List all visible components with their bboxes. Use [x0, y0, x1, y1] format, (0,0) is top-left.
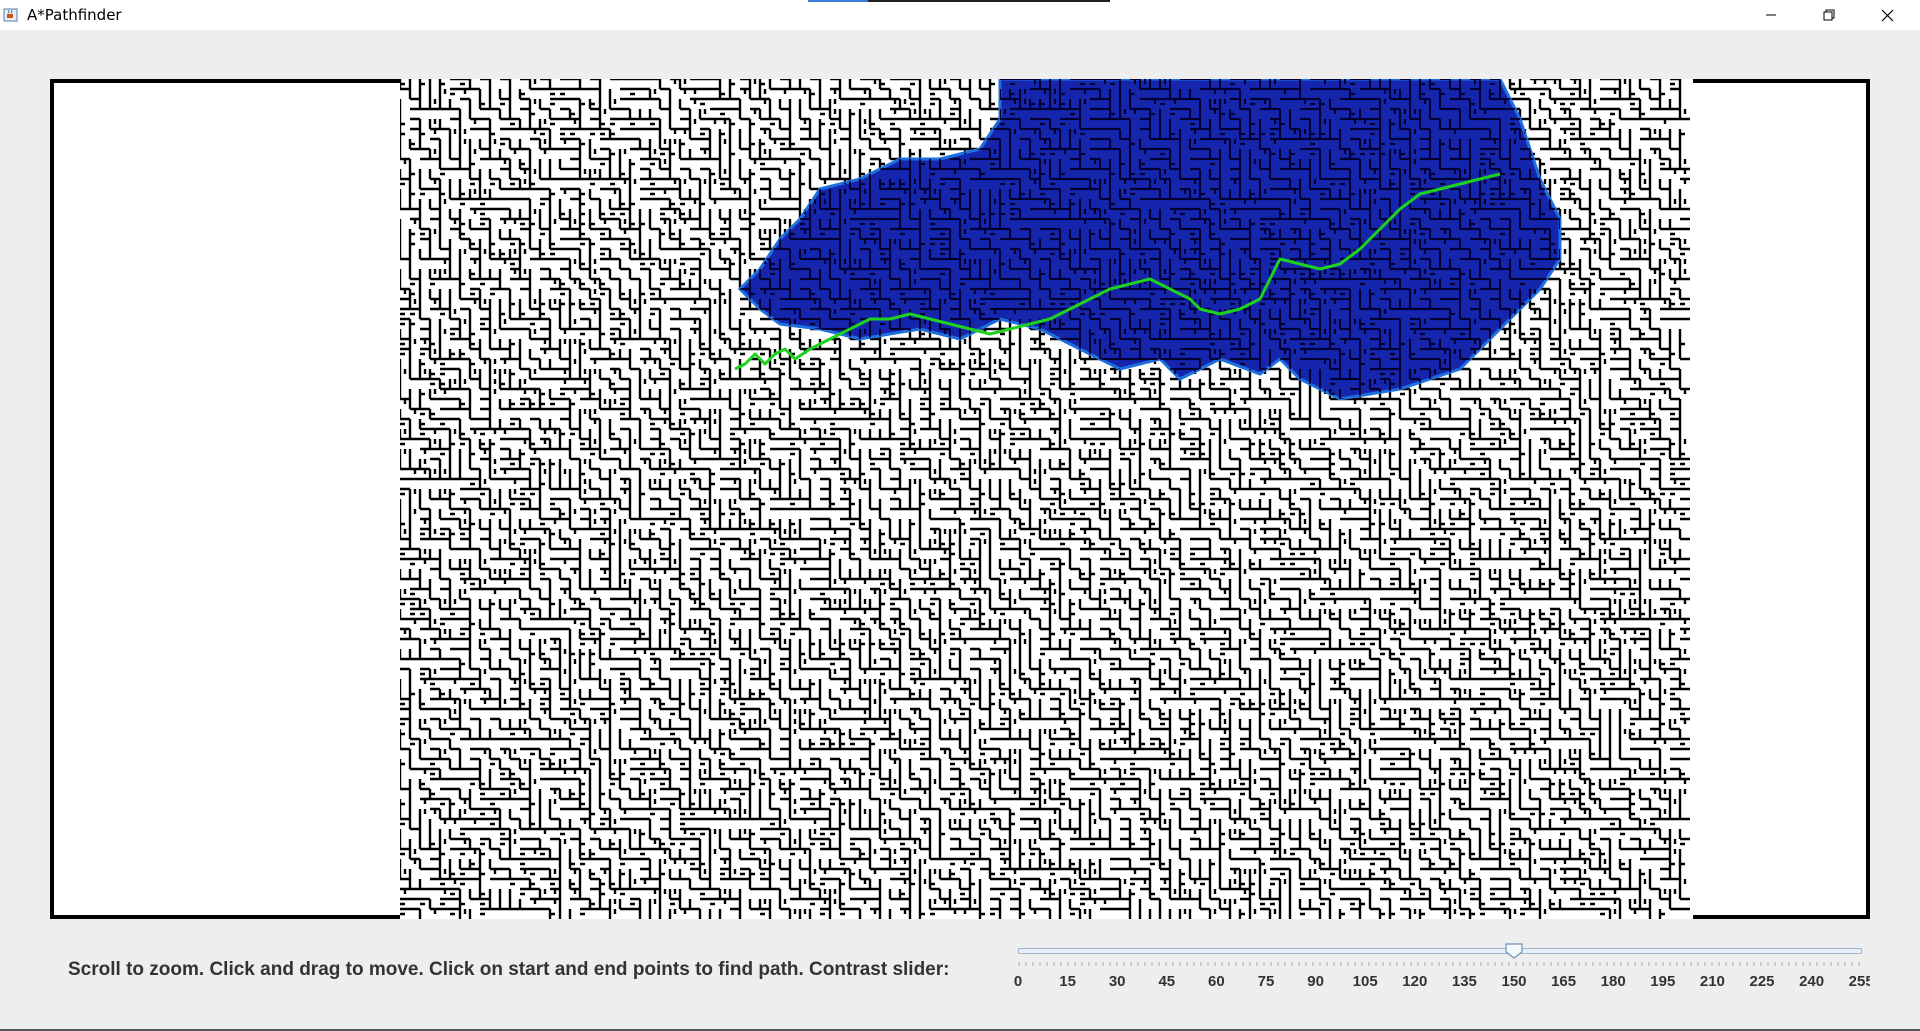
- slider-tick-label: 0: [1013, 973, 1023, 990]
- slider-tick-label: 255: [1848, 973, 1870, 990]
- slider-tick-label: 165: [1551, 973, 1577, 990]
- slider-tick-label: 90: [1307, 973, 1324, 990]
- slider-thumb-icon[interactable]: [1505, 943, 1523, 959]
- slider-tick-label: 240: [1799, 973, 1825, 990]
- minimize-icon: [1766, 14, 1776, 16]
- slider-tick-label: 210: [1699, 973, 1725, 990]
- slider-tick-label: 120: [1402, 973, 1428, 990]
- window-title: A*Pathfinder: [27, 6, 122, 24]
- slider-tick-label: 135: [1451, 973, 1477, 990]
- contrast-slider-track[interactable]: [1018, 948, 1862, 954]
- slider-tick-label: 30: [1108, 973, 1126, 990]
- restore-button[interactable]: [1800, 0, 1858, 30]
- taskbar-indicator-accent: [808, 0, 868, 2]
- close-icon: [1881, 9, 1893, 21]
- slider-tick-labels: 0 15 30 45 60 75 90 105 120 135 150 165 180 195 210 225…: [1008, 973, 1870, 993]
- slider-tick-label: 45: [1158, 973, 1176, 990]
- slider-tick-label: 150: [1501, 973, 1527, 990]
- maze-canvas[interactable]: [400, 79, 1693, 919]
- title-bar[interactable]: A*Pathfinder: [0, 0, 1920, 30]
- slider-tick-label: 60: [1208, 973, 1225, 990]
- restore-icon: [1823, 9, 1835, 21]
- slider-tick-label: 195: [1650, 973, 1676, 990]
- minimize-button[interactable]: [1742, 0, 1800, 30]
- slider-tick-label: 180: [1600, 973, 1626, 990]
- slider-tick-label: 75: [1257, 973, 1275, 990]
- close-button[interactable]: [1858, 0, 1916, 30]
- java-cup-icon: [3, 8, 18, 22]
- slider-tick-label: 225: [1749, 973, 1775, 990]
- slider-tick-label: 105: [1352, 973, 1378, 990]
- instructions-text: Scroll to zoom. Click and drag to move. …: [68, 959, 950, 980]
- slider-ticks: [1018, 962, 1860, 966]
- slider-tick-label: 15: [1059, 973, 1076, 990]
